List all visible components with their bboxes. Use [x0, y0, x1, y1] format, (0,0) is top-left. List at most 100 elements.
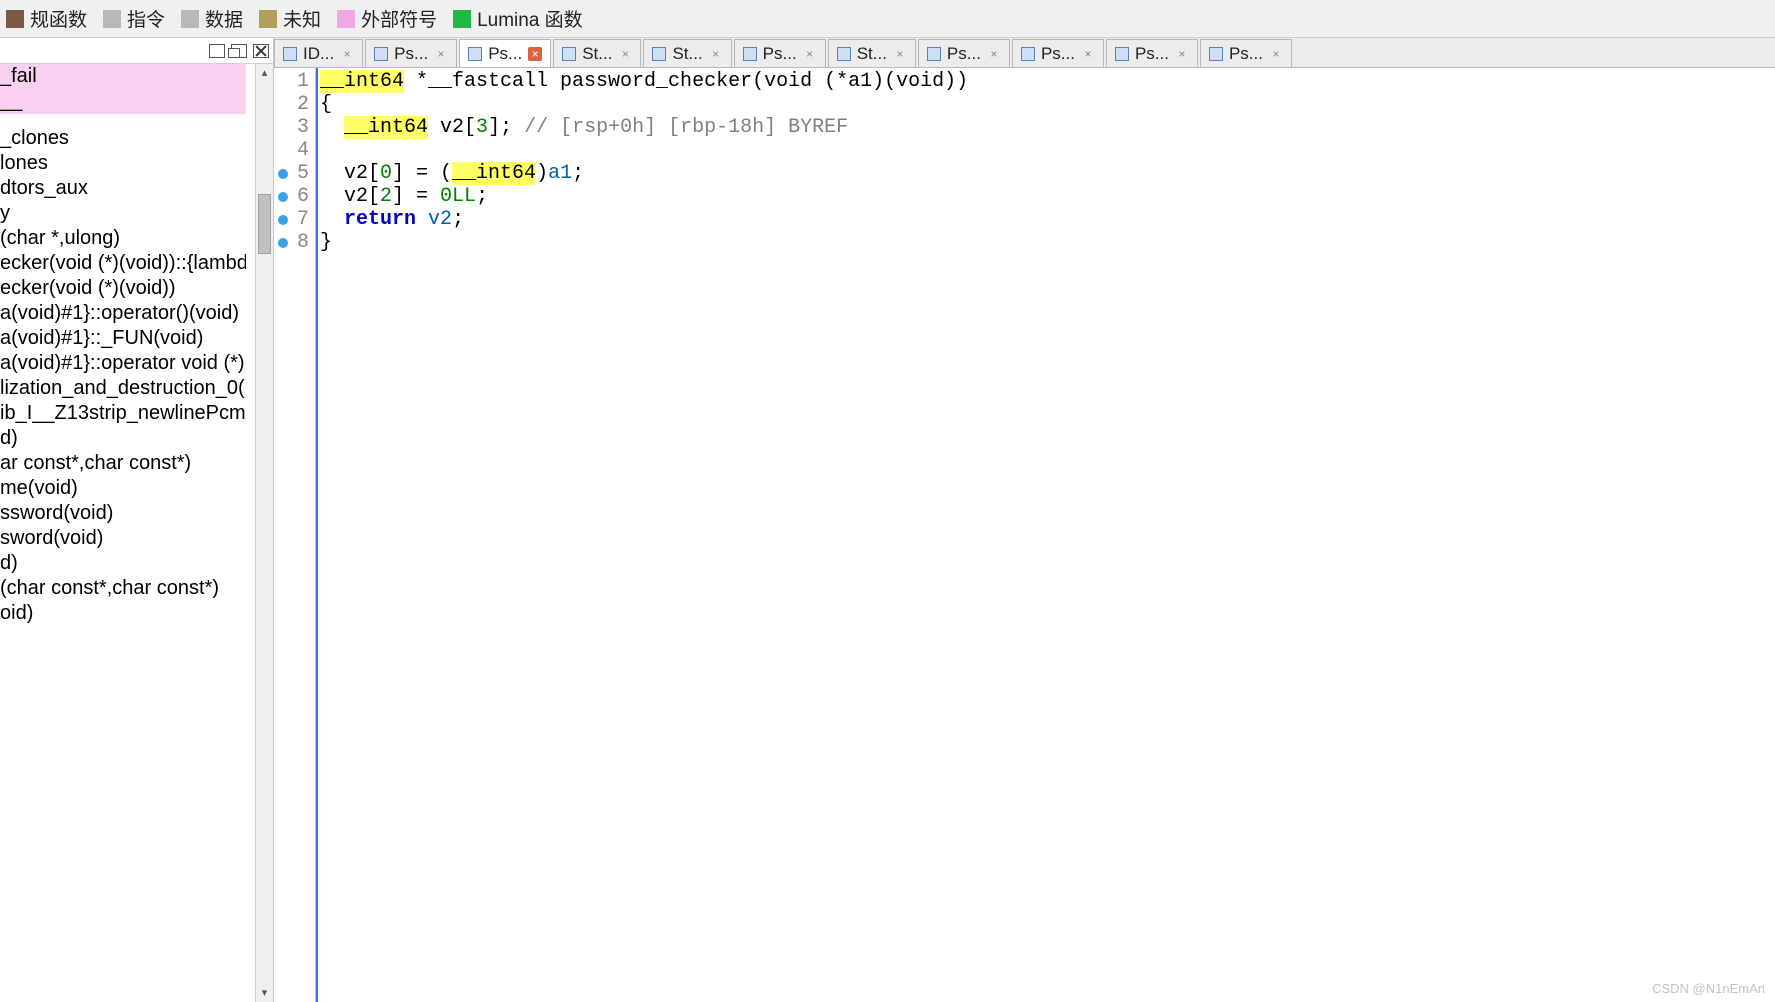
tab[interactable]: ID...×	[274, 39, 363, 67]
tab-file-icon	[927, 47, 941, 61]
list-item[interactable]: (char const*,char const*)	[0, 576, 246, 601]
legend-label: 未知	[283, 5, 321, 32]
line-number[interactable]: 3	[274, 116, 315, 139]
list-item[interactable]: d)	[0, 426, 246, 451]
list-item[interactable]: a(void)#1}::_FUN(void)	[0, 326, 246, 351]
list-item[interactable]: ssword(void)	[0, 501, 246, 526]
tab-file-icon	[562, 47, 576, 61]
functions-panel: _fail__ _cloneslonesdtors_auxy(char *,ulo…	[0, 38, 274, 1002]
tab[interactable]: Ps... ×	[1012, 39, 1104, 67]
type-highlight: __int64	[320, 70, 404, 93]
tab-label: Ps...	[394, 44, 428, 64]
line-number[interactable]: 4	[274, 139, 315, 162]
scroll-down-icon[interactable]: ▾	[256, 984, 273, 1002]
type-highlight: __int64	[452, 162, 536, 185]
tab-label: St...	[672, 44, 702, 64]
list-item[interactable]: ecker(void (*)(void))::{lambda(	[0, 251, 246, 276]
list-item[interactable]: a(void)#1}::operator void (*)(vo	[0, 351, 246, 376]
breakpoint-icon[interactable]	[278, 169, 288, 179]
tab[interactable]: Ps...×	[734, 39, 826, 67]
tab[interactable]: St... ×	[643, 39, 731, 67]
function-list[interactable]: _fail__ _cloneslonesdtors_auxy(char *,ulo…	[0, 64, 273, 1002]
panel-close-icon[interactable]	[253, 44, 269, 58]
breakpoint-icon[interactable]	[278, 215, 288, 225]
tab[interactable]: Ps...×	[1200, 39, 1292, 67]
line-number[interactable]: 6	[274, 185, 315, 208]
legend-swatch	[259, 10, 277, 28]
tab-close-icon[interactable]: ×	[1175, 47, 1189, 61]
tab-file-icon	[652, 47, 666, 61]
list-item[interactable]: a(void)#1}::operator()(void)	[0, 301, 246, 326]
breakpoint-icon[interactable]	[278, 192, 288, 202]
code-editor[interactable]: 12345678 __int64 *__fastcall password_ch…	[274, 68, 1775, 1002]
list-item[interactable]: ib_I__Z13strip_newlinePcm	[0, 401, 246, 426]
scrollbar[interactable]: ▴ ▾	[255, 64, 273, 1002]
tab[interactable]: Ps... ×	[365, 39, 457, 67]
list-item[interactable]: y	[0, 201, 246, 226]
list-item[interactable]: oid)	[0, 601, 246, 626]
list-item[interactable]: ecker(void (*)(void))	[0, 276, 246, 301]
tab[interactable]: St... ×	[828, 39, 916, 67]
tab-file-icon	[374, 47, 388, 61]
tab-file-icon	[1115, 47, 1129, 61]
legend-swatch	[453, 10, 471, 28]
panel-maximize-icon[interactable]	[209, 44, 225, 58]
line-number[interactable]: 8	[274, 231, 315, 254]
gutter: 12345678	[274, 68, 316, 1002]
line-number[interactable]: 1	[274, 70, 315, 93]
tab-close-icon[interactable]: ×	[803, 47, 817, 61]
list-item[interactable]: sword(void)	[0, 526, 246, 551]
breakpoint-icon[interactable]	[278, 238, 288, 248]
scroll-up-icon[interactable]: ▴	[256, 64, 273, 82]
legend-swatch	[337, 10, 355, 28]
tab[interactable]: Ps... ×	[918, 39, 1010, 67]
list-item[interactable]: lones	[0, 151, 246, 176]
tab[interactable]: St... ×	[553, 39, 641, 67]
list-item[interactable]: _clones	[0, 126, 246, 151]
tab-file-icon	[743, 47, 757, 61]
tab-close-icon[interactable]: ×	[340, 47, 354, 61]
tab-close-icon[interactable]: ×	[1269, 47, 1283, 61]
tab-close-icon[interactable]: ×	[893, 47, 907, 61]
legend-swatch	[6, 10, 24, 28]
line-number[interactable]: 5	[274, 162, 315, 185]
list-item[interactable]: dtors_aux	[0, 176, 246, 201]
line-number[interactable]: 2	[274, 93, 315, 116]
list-item[interactable]: lization_and_destruction_0(in	[0, 376, 246, 401]
legend-label: 外部符号	[361, 5, 437, 32]
list-item[interactable]: _fail	[0, 64, 246, 89]
tab-label: St...	[857, 44, 887, 64]
legend-item: Lumina 函数	[453, 5, 583, 32]
line-number[interactable]: 7	[274, 208, 315, 231]
tab[interactable]: Ps...×	[459, 39, 551, 67]
tab-label: Ps...	[947, 44, 981, 64]
tab[interactable]: Ps... ×	[1106, 39, 1198, 67]
tab-close-icon[interactable]: ×	[618, 47, 632, 61]
list-item[interactable]: me(void)	[0, 476, 246, 501]
list-item[interactable]: __	[0, 89, 246, 114]
tab-label: St...	[582, 44, 612, 64]
tab-file-icon	[1209, 47, 1223, 61]
tab-close-icon[interactable]: ×	[987, 47, 1001, 61]
legend-swatch	[181, 10, 199, 28]
tab-close-icon[interactable]: ×	[434, 47, 448, 61]
panel-restore-icon[interactable]	[231, 44, 247, 58]
scroll-thumb[interactable]	[258, 194, 271, 254]
tab-label: Ps...	[1041, 44, 1075, 64]
tab-file-icon	[468, 47, 482, 61]
legend-bar: 规函数指令数据未知外部符号Lumina 函数	[0, 0, 1775, 38]
code-area[interactable]: __int64 *__fastcall password_checker(voi…	[316, 68, 1775, 1002]
tab-label: Ps...	[1135, 44, 1169, 64]
legend-item: 未知	[259, 5, 321, 32]
legend-item: 规函数	[6, 5, 87, 32]
tab-bar: ID...×Ps...×Ps...×St...×St...×Ps...×St..…	[274, 38, 1775, 68]
tab-close-icon[interactable]: ×	[709, 47, 723, 61]
list-item[interactable]: (char *,ulong)	[0, 226, 246, 251]
list-item[interactable]: ar const*,char const*)	[0, 451, 246, 476]
legend-swatch	[103, 10, 121, 28]
tab-close-icon[interactable]: ×	[528, 47, 542, 61]
list-item[interactable]: d)	[0, 551, 246, 576]
type-highlight: __int64	[344, 116, 428, 139]
legend-label: 数据	[205, 5, 243, 32]
tab-close-icon[interactable]: ×	[1081, 47, 1095, 61]
